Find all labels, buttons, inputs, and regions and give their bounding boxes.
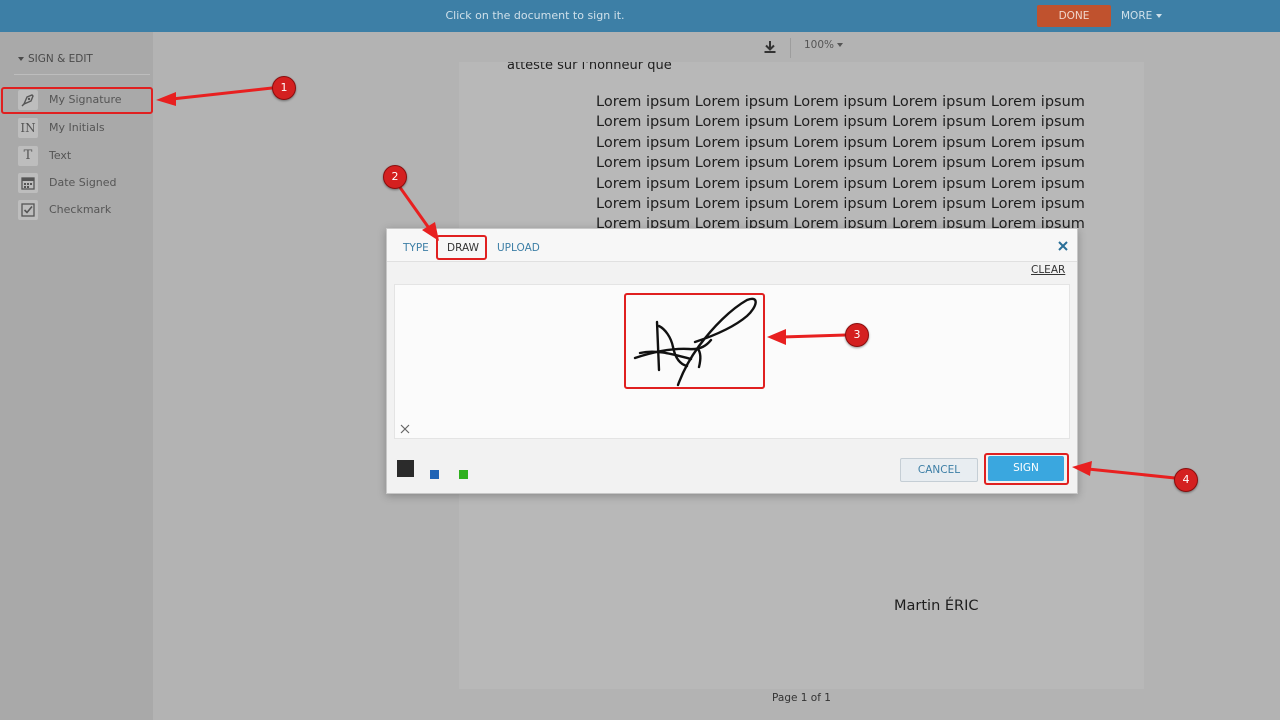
sidebar-item-label: Text <box>49 149 72 162</box>
color-swatch-black[interactable] <box>397 460 414 477</box>
document-line: Lorem ipsum Lorem ipsum Lorem ipsum Lore… <box>596 94 1085 110</box>
signature-tabs: TYPE DRAW UPLOAD <box>387 229 1077 262</box>
sidebar-item-label: My Signature <box>49 93 122 106</box>
sidebar-divider <box>14 74 150 75</box>
done-button[interactable]: DONE <box>1037 5 1111 27</box>
clear-stroke-x-icon[interactable] <box>400 419 410 434</box>
chevron-down-icon <box>1156 14 1163 18</box>
tab-draw[interactable]: DRAW <box>447 229 479 261</box>
pen-nib-icon <box>18 90 38 110</box>
caret-down-icon <box>18 57 24 61</box>
text-icon: T <box>18 146 38 166</box>
initials-icon: IN <box>18 118 38 138</box>
instruction-text: Click on the document to sign it. <box>445 9 625 22</box>
document-line: Lorem ipsum Lorem ipsum Lorem ipsum Lore… <box>596 195 1085 212</box>
chevron-down-icon <box>837 43 844 47</box>
document-line: Lorem ipsum Lorem ipsum Lorem ipsum Lore… <box>596 175 1085 192</box>
clear-button[interactable]: CLEAR <box>1031 264 1065 276</box>
page-indicator: Page 1 of 1 <box>772 692 831 704</box>
cancel-button[interactable]: CANCEL <box>900 458 978 482</box>
checkbox-icon <box>18 200 38 220</box>
zoom-value: 100% <box>804 39 835 51</box>
calendar-icon <box>18 173 38 193</box>
tab-upload[interactable]: UPLOAD <box>497 229 540 261</box>
step-badge-2: 2 <box>383 165 407 189</box>
signature-draw-pad[interactable] <box>394 284 1070 439</box>
tab-type[interactable]: TYPE <box>403 229 429 261</box>
drawn-signature <box>633 297 757 387</box>
sidebar-item-checkmark[interactable]: Checkmark <box>18 200 148 220</box>
close-icon[interactable] <box>1057 237 1069 251</box>
top-bar: Click on the document to sign it. DONE M… <box>0 0 1280 32</box>
step-badge-1: 1 <box>272 76 296 100</box>
sidebar-item-text[interactable]: T Text <box>18 146 148 166</box>
document-toolbar <box>153 32 1280 60</box>
sidebar-item-label: Checkmark <box>49 203 112 216</box>
sidebar-item-label: My Initials <box>49 121 105 134</box>
sidebar-item-date-signed[interactable]: Date Signed <box>18 173 148 193</box>
sidebar: SIGN & EDIT My Signature IN My Initials … <box>0 32 153 720</box>
more-label: MORE <box>1121 10 1153 22</box>
more-menu-button[interactable]: MORE <box>1121 5 1163 27</box>
document-intro-text: atteste sur l'honneur que <box>507 62 672 73</box>
sign-edit-section-toggle[interactable]: SIGN & EDIT <box>18 53 93 65</box>
color-swatch-green[interactable] <box>459 464 468 479</box>
signature-dialog: TYPE DRAW UPLOAD CLEAR CANCEL SIGN <box>386 228 1078 494</box>
toolbar-divider <box>790 38 791 58</box>
step-badge-3: 3 <box>845 323 869 347</box>
zoom-select[interactable]: 100% <box>804 39 844 51</box>
document-body: Lorem ipsum Lorem ipsum Lorem ipsum Lore… <box>596 92 1136 235</box>
section-title: SIGN & EDIT <box>28 53 93 65</box>
document-line: Lorem ipsum Lorem ipsum Lorem ipsum Lore… <box>596 134 1085 151</box>
color-swatch-blue[interactable] <box>430 464 439 479</box>
step-badge-4: 4 <box>1174 468 1198 492</box>
sidebar-item-my-signature[interactable]: My Signature <box>18 90 148 110</box>
document-line: Lorem ipsum Lorem ipsum Lorem ipsum Lore… <box>596 155 1085 172</box>
sign-button[interactable]: SIGN <box>988 456 1064 481</box>
signer-name: Martin ÉRIC <box>894 598 979 614</box>
sidebar-item-my-initials[interactable]: IN My Initials <box>18 118 148 138</box>
download-icon[interactable] <box>763 39 777 53</box>
document-line: Lorem ipsum Lorem ipsum Lorem ipsum Lore… <box>596 114 1085 131</box>
sidebar-item-label: Date Signed <box>49 176 117 189</box>
